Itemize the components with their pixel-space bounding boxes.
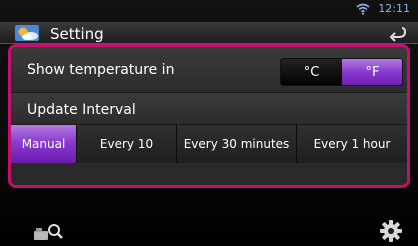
interval-manual-option[interactable]: Manual (11, 125, 77, 163)
temperature-label: Show temperature in (27, 62, 175, 78)
back-arrow-icon[interactable] (386, 24, 408, 42)
status-bar: 12:11 (0, 0, 418, 20)
weather-app-icon (15, 25, 39, 41)
update-interval-label: Update Interval (27, 102, 136, 118)
update-interval-row: Update Interval (11, 93, 407, 125)
page-title: Setting (50, 25, 104, 43)
panel-empty-area (11, 163, 407, 185)
fahrenheit-option[interactable]: °F (342, 59, 402, 85)
update-interval-options: Manual Every 10 minutes Every 30 minutes… (11, 125, 407, 185)
wifi-icon (356, 3, 370, 15)
temperature-row: Show temperature in °C °F (11, 47, 407, 93)
weather-setting-screen: 12:11 Setting Show temperature in °C °F … (0, 0, 418, 246)
interval-10-minutes-option[interactable]: Every 10 minutes (77, 125, 177, 185)
celsius-option[interactable]: °C (281, 59, 342, 85)
temperature-unit-toggle: °C °F (280, 58, 403, 86)
bottom-bar (0, 215, 418, 246)
interval-1-hour-option[interactable]: Every 1 hour (297, 125, 407, 163)
title-bar: Setting (0, 22, 418, 44)
status-time: 12:11 (378, 2, 410, 15)
settings-panel: Show temperature in °C °F Update Interva… (8, 44, 410, 188)
interval-30-minutes-option[interactable]: Every 30 minutes (177, 125, 297, 163)
search-icon[interactable] (30, 220, 70, 242)
gear-icon[interactable] (378, 218, 404, 244)
